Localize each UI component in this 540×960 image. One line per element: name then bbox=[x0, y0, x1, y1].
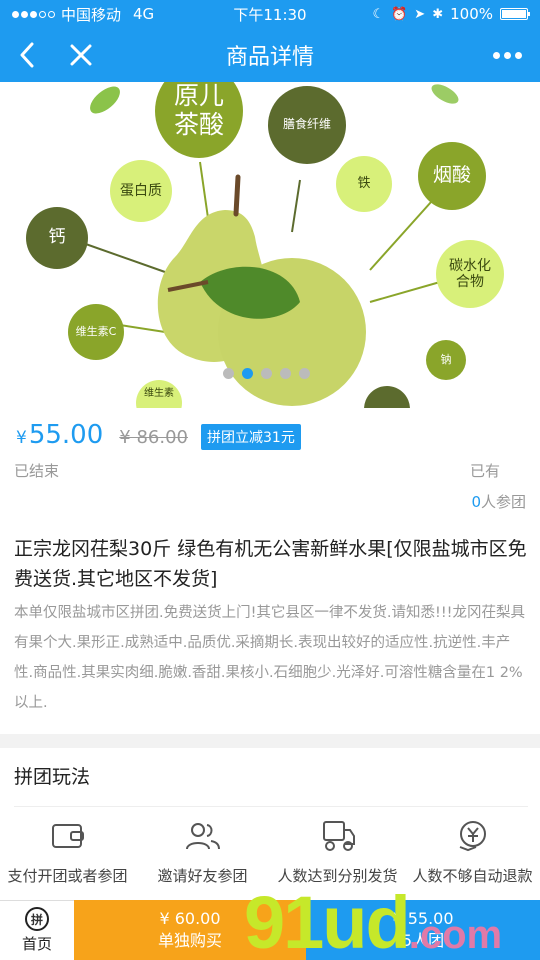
network-type: 4G bbox=[133, 5, 155, 23]
carousel-dot[interactable] bbox=[261, 368, 272, 379]
status-time: 下午11:30 bbox=[233, 5, 307, 24]
wallet-icon bbox=[48, 816, 88, 856]
refund-icon bbox=[453, 816, 493, 856]
product-title: 正宗龙冈茌梨30斤 绿色有机无公害新鲜水果[仅限盐城市区免费送货.其它地区不发货… bbox=[14, 538, 527, 590]
home-icon: 拼 bbox=[25, 907, 49, 931]
carousel-dot[interactable] bbox=[299, 368, 310, 379]
chevron-left-icon bbox=[20, 42, 34, 68]
more-options-button[interactable] bbox=[493, 28, 522, 82]
rule-step: 邀请好友参团 bbox=[135, 816, 270, 888]
dot-icon bbox=[504, 51, 511, 59]
carousel-dot[interactable] bbox=[280, 368, 291, 379]
nutrient-bubble: 钠 bbox=[426, 340, 466, 380]
nutrient-bubble: 碳水化合物 bbox=[436, 240, 504, 308]
alarm-icon: ⏰ bbox=[391, 6, 408, 22]
bottom-action-bar: 拼 首页 ¥ 60.00 单独购买 ¥ 55.00 5人团 bbox=[0, 900, 540, 960]
dot-icon bbox=[493, 51, 500, 59]
nav-bar: 商品详情 bbox=[0, 28, 540, 82]
rule-step: 人数不够自动退款 bbox=[405, 816, 540, 888]
product-description: 本单仅限盐城市区拼团.免费送货上门!其它县区一律不发货.请知悉!!!龙冈茌梨具有… bbox=[14, 605, 525, 711]
price-row: ¥55.00 ¥ 86.00 bbox=[16, 420, 188, 450]
carousel-dot[interactable] bbox=[242, 368, 253, 379]
group-buy-button[interactable]: ¥ 55.00 5人团 bbox=[306, 900, 540, 960]
close-button[interactable] bbox=[54, 28, 108, 82]
carrier-name: 中国移动 bbox=[61, 5, 122, 24]
delivery-truck-icon bbox=[318, 816, 358, 856]
group-discount-badge: 拼团立减31元 bbox=[201, 424, 301, 450]
rule-step: 人数达到分别发货 bbox=[270, 816, 405, 888]
status-bar: 中国移动 4G 下午11:30 ☾ ⏰ ➤ ✱ 100% bbox=[0, 0, 540, 28]
close-icon bbox=[70, 44, 92, 66]
moon-icon: ☾ bbox=[372, 6, 385, 22]
nutrient-bubble: 钙 bbox=[26, 207, 88, 269]
status-text: 已结束 bbox=[14, 462, 60, 480]
rules-steps: 支付开团或者参团 邀请好友参团 人数达到分别发货 人数不够自动退款 bbox=[0, 816, 540, 888]
divider bbox=[14, 806, 528, 807]
nutrient-bubble: 膳食纤维 bbox=[268, 86, 346, 164]
joined-count-text: 0人参团 bbox=[471, 493, 526, 511]
product-image-carousel[interactable]: 原儿茶酸 膳食纤维 蛋白质 铁 烟酸 钙 碳水化合物 维生素C 钠 维生素 bbox=[0, 82, 540, 408]
joined-prefix: 已有 bbox=[469, 462, 500, 480]
dot-icon bbox=[515, 51, 522, 59]
carousel-indicator bbox=[223, 368, 310, 379]
rules-title: 拼团玩法 bbox=[14, 766, 91, 788]
nutrient-bubble: 维生素C bbox=[68, 304, 124, 360]
location-icon: ➤ bbox=[414, 6, 426, 22]
current-price: ¥55.00 bbox=[16, 420, 104, 450]
nutrient-bubble: 烟酸 bbox=[418, 142, 486, 210]
rule-step: 支付开团或者参团 bbox=[0, 816, 135, 888]
buy-alone-button[interactable]: ¥ 60.00 单独购买 bbox=[74, 900, 306, 960]
nutrient-bubble: 铁 bbox=[336, 156, 392, 212]
bluetooth-icon: ✱ bbox=[432, 6, 444, 22]
users-icon bbox=[183, 816, 223, 856]
battery-percent: 100% bbox=[450, 5, 493, 23]
nutrient-bubble: 蛋白质 bbox=[110, 160, 172, 222]
battery-icon bbox=[500, 8, 530, 20]
original-price: ¥ 86.00 bbox=[119, 427, 188, 448]
back-button[interactable] bbox=[0, 28, 54, 82]
home-button[interactable]: 拼 首页 bbox=[0, 900, 74, 960]
section-divider bbox=[0, 734, 540, 748]
carousel-dot[interactable] bbox=[223, 368, 234, 379]
signal-strength-icon bbox=[12, 10, 55, 18]
